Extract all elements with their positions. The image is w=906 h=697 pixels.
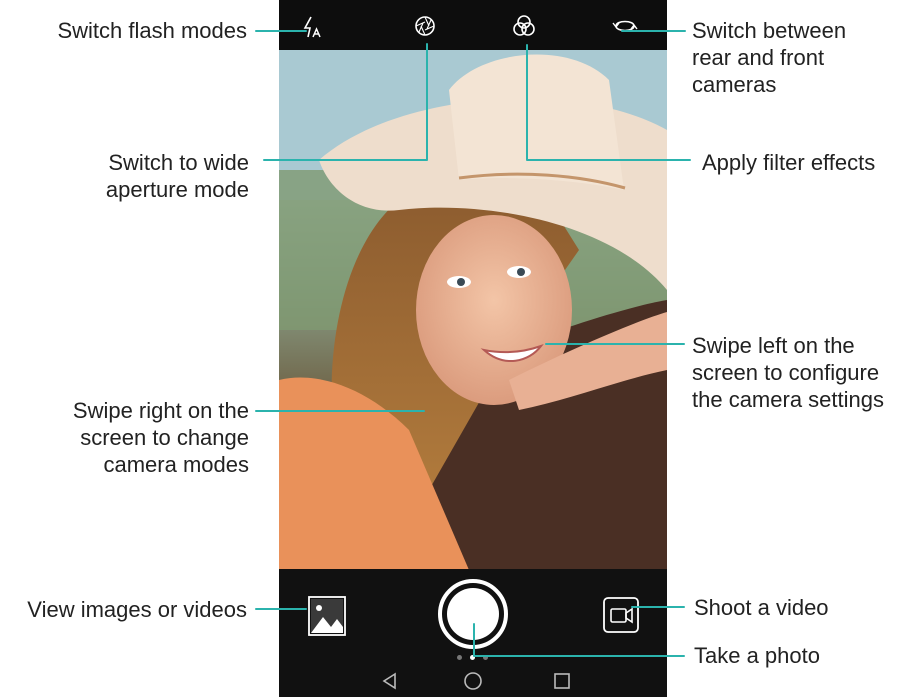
- callout-swipe-left-line3: the camera settings: [692, 387, 884, 412]
- callout-swipe-left-line2: screen to configure: [692, 360, 880, 385]
- switch-camera-icon[interactable]: [610, 11, 640, 41]
- shutter-button[interactable]: [438, 579, 508, 649]
- callout-switch-camera: Switch between rear and front cameras: [692, 17, 846, 98]
- camera-top-bar: [279, 0, 667, 50]
- callout-swipe-right: Swipe right on the screen to change came…: [73, 397, 249, 478]
- callout-aperture-line2: aperture mode: [105, 177, 249, 202]
- callout-swipe-right-line1: Swipe right on the: [72, 398, 249, 423]
- callout-swipe-left-line1: Swipe left on the: [692, 333, 855, 358]
- callout-flash: Switch flash modes: [57, 18, 247, 43]
- callout-swipe-right-line3: camera modes: [103, 452, 249, 477]
- home-nav-icon[interactable]: [458, 666, 488, 696]
- callout-switch-camera-line1: Switch between: [692, 18, 847, 43]
- portrait-photo: [279, 50, 667, 569]
- callout-swipe-left: Swipe left on the screen to configure th…: [692, 332, 884, 413]
- phone-screen: [279, 0, 667, 697]
- callout-photo: Take a photo: [694, 643, 820, 668]
- callout-gallery: View images or videos: [27, 597, 247, 622]
- callout-video: Shoot a video: [694, 595, 829, 620]
- video-camera-icon[interactable]: [601, 595, 641, 635]
- gallery-icon[interactable]: [307, 595, 347, 637]
- callout-swipe-right-line2: screen to change: [80, 425, 249, 450]
- callout-switch-camera-line2: rear and front: [692, 45, 825, 70]
- aperture-icon[interactable]: [410, 11, 440, 41]
- flash-auto-icon[interactable]: [298, 12, 328, 42]
- recents-nav-icon[interactable]: [547, 666, 577, 696]
- back-nav-icon[interactable]: [375, 666, 405, 696]
- camera-bottom-bar: [279, 569, 667, 697]
- filter-icon[interactable]: [509, 11, 539, 41]
- mode-page-indicator: [457, 655, 489, 661]
- callout-switch-camera-line3: cameras: [692, 72, 777, 97]
- callout-aperture-line1: Switch to wide: [108, 150, 249, 175]
- callout-filter: Apply filter effects: [702, 150, 876, 175]
- callout-aperture: Switch to wide aperture mode: [106, 149, 249, 203]
- camera-viewfinder[interactable]: [279, 50, 667, 569]
